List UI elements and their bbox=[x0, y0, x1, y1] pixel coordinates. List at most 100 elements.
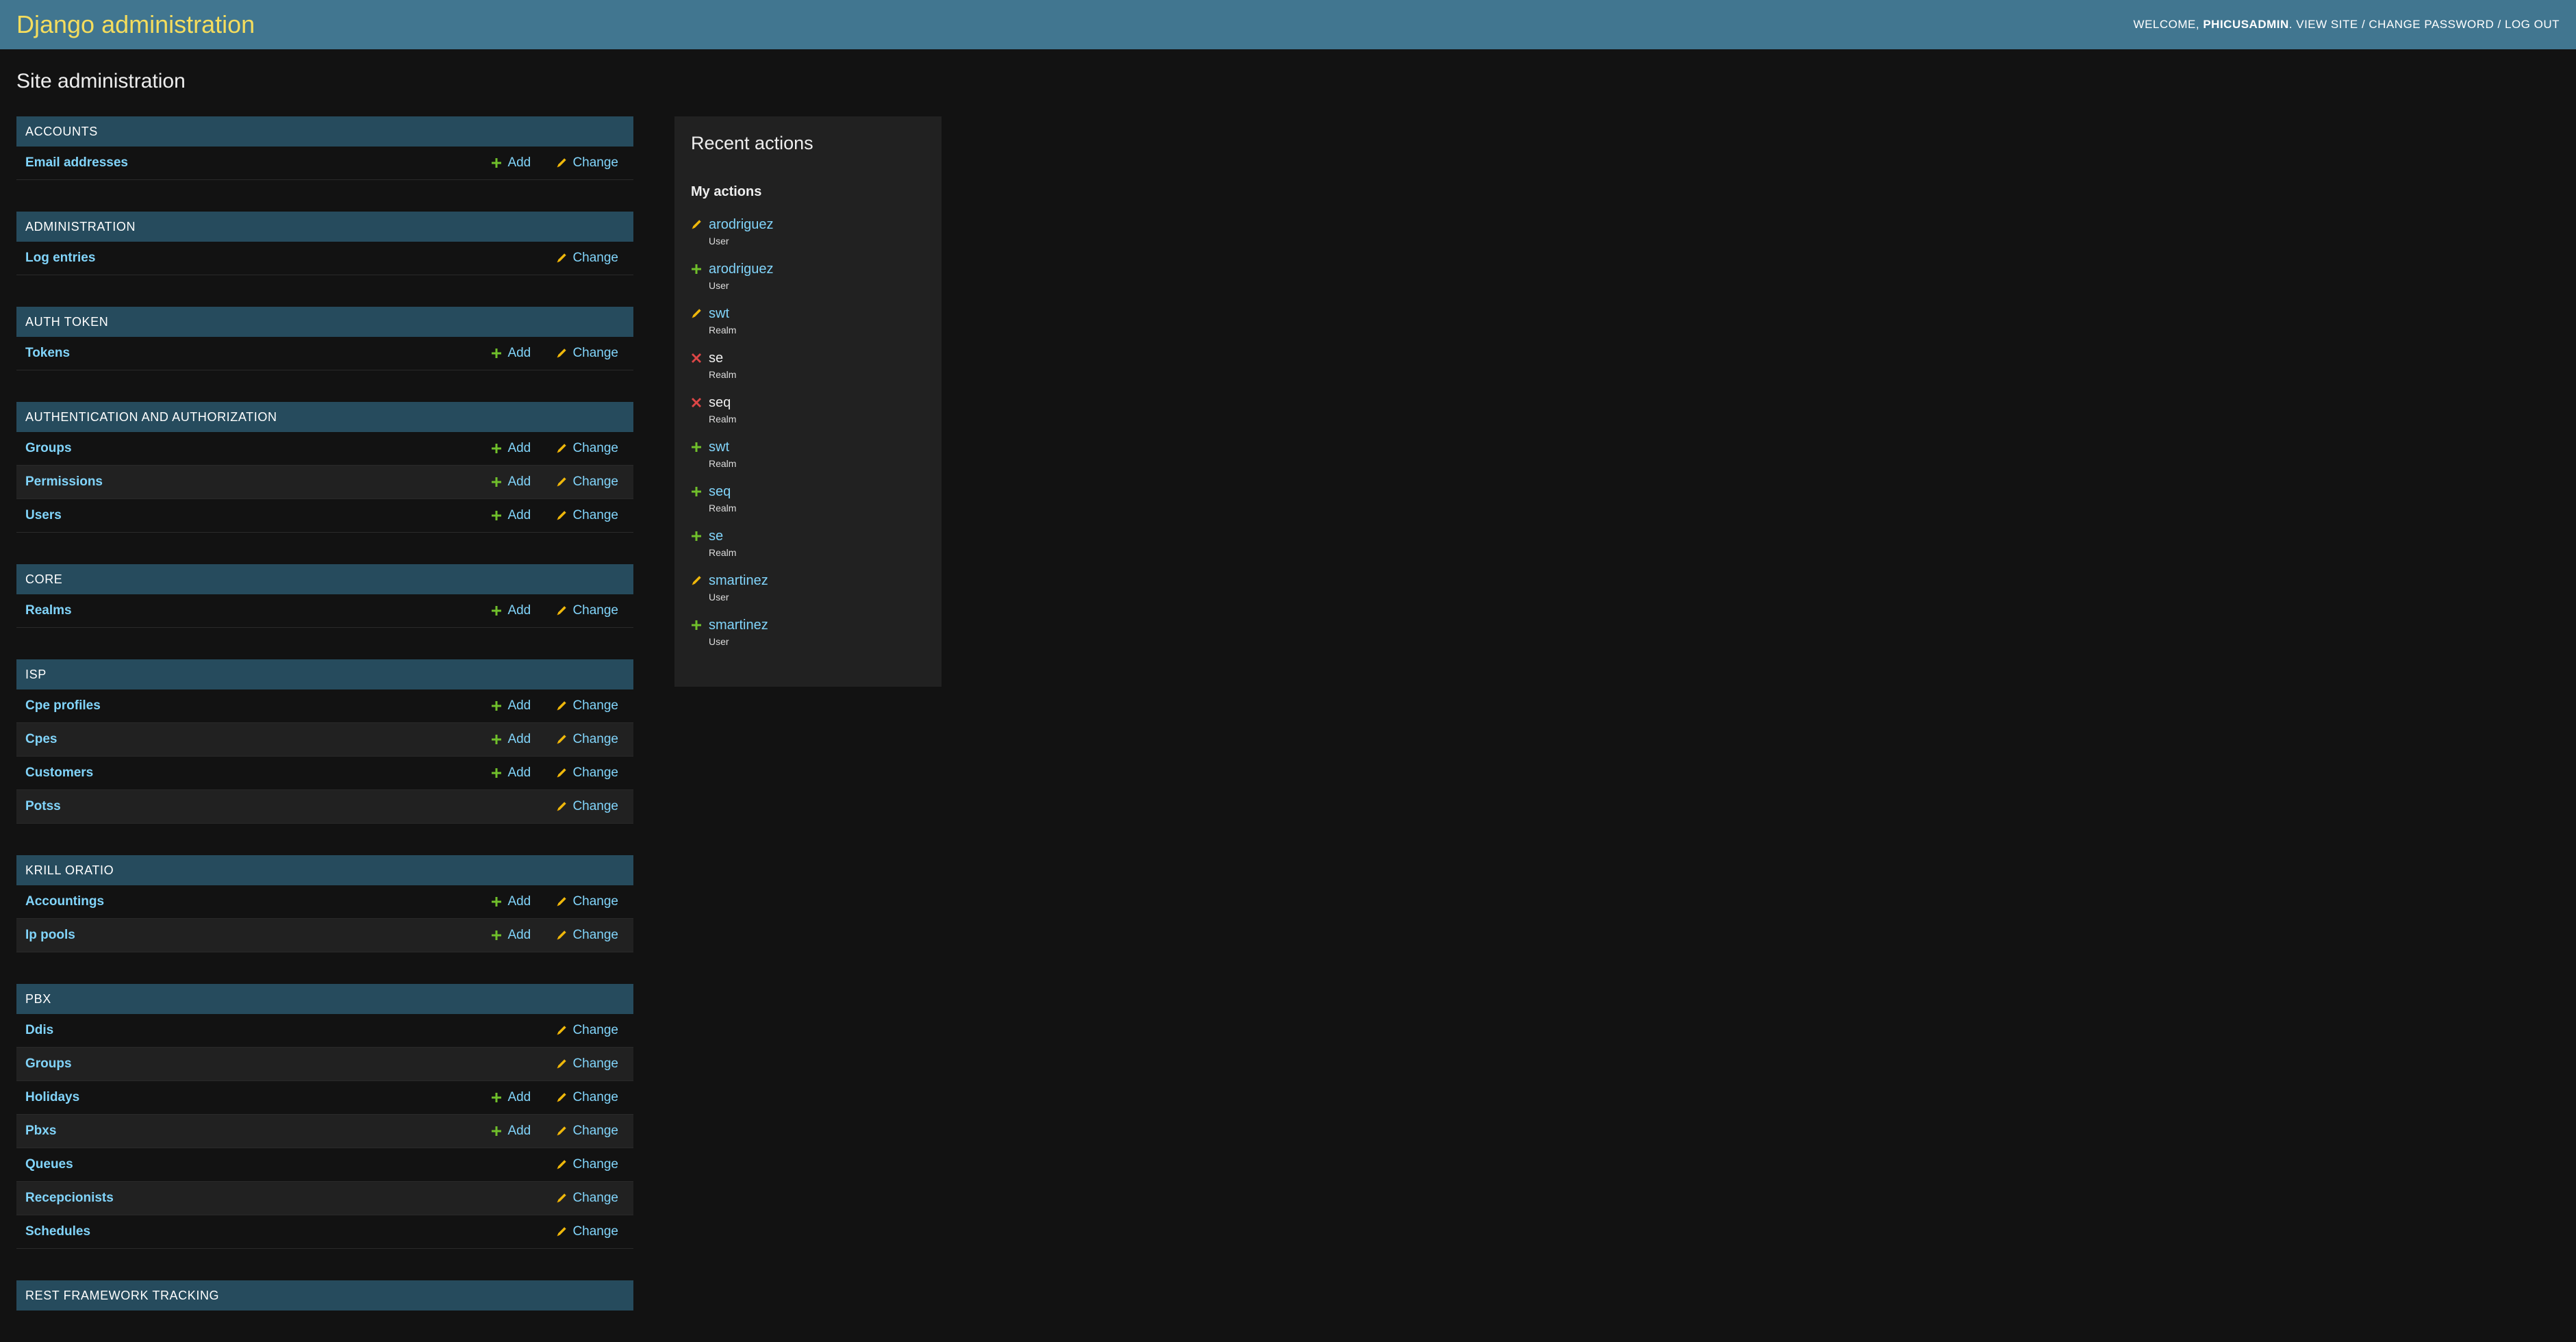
change-label: Change bbox=[572, 698, 618, 713]
model-link[interactable]: Groups bbox=[25, 441, 491, 456]
change-link[interactable]: Change bbox=[556, 603, 618, 618]
add-link[interactable]: Add bbox=[491, 1124, 531, 1139]
app-module: AUTH TOKEN Tokens Add Change bbox=[16, 307, 633, 370]
action-object-name[interactable]: arodriguez bbox=[709, 261, 774, 277]
pencil-icon bbox=[556, 477, 567, 488]
change-link[interactable]: Change bbox=[556, 1157, 618, 1172]
change-link[interactable]: Change bbox=[556, 441, 618, 456]
pencil-icon bbox=[556, 734, 567, 745]
model-link[interactable]: Ddis bbox=[25, 1023, 491, 1038]
model-link[interactable]: Cpe profiles bbox=[25, 698, 491, 713]
change-link[interactable]: Change bbox=[556, 799, 618, 814]
model-row: Ip pools Add Change bbox=[16, 919, 633, 952]
add-link[interactable]: Add bbox=[491, 346, 531, 361]
app-module: ISP Cpe profiles Add Change Cpes Add Change Cus… bbox=[16, 659, 633, 824]
app-caption[interactable]: KRILL ORATIO bbox=[16, 855, 633, 885]
add-link[interactable]: Add bbox=[491, 894, 531, 909]
change-label: Change bbox=[572, 346, 618, 360]
change-label: Change bbox=[572, 928, 618, 942]
add-label: Add bbox=[507, 732, 531, 746]
change-link[interactable]: Change bbox=[556, 1224, 618, 1239]
add-link[interactable]: Add bbox=[491, 732, 531, 747]
change-link[interactable]: Change bbox=[556, 894, 618, 909]
action-object-name[interactable]: smartinez bbox=[709, 617, 768, 633]
model-link[interactable]: Customers bbox=[25, 765, 491, 781]
app-caption[interactable]: ACCOUNTS bbox=[16, 116, 633, 147]
app-caption[interactable]: CORE bbox=[16, 564, 633, 594]
add-link[interactable]: Add bbox=[491, 1090, 531, 1105]
add-link[interactable]: Add bbox=[491, 474, 531, 490]
add-label: Add bbox=[507, 698, 531, 713]
model-link[interactable]: Users bbox=[25, 508, 491, 523]
app-caption[interactable]: AUTHENTICATION AND AUTHORIZATION bbox=[16, 402, 633, 432]
model-link[interactable]: Log entries bbox=[25, 251, 491, 266]
action-object-name[interactable]: arodriguez bbox=[709, 216, 774, 233]
change-link[interactable]: Change bbox=[556, 251, 618, 266]
change-link[interactable]: Change bbox=[556, 698, 618, 713]
change-label: Change bbox=[572, 1090, 618, 1104]
action-body: smartinez User bbox=[709, 572, 768, 617]
change-link[interactable]: Change bbox=[556, 1090, 618, 1105]
app-caption[interactable]: AUTH TOKEN bbox=[16, 307, 633, 337]
add-link[interactable]: Add bbox=[491, 765, 531, 781]
add-link[interactable]: Add bbox=[491, 603, 531, 618]
model-link[interactable]: Holidays bbox=[25, 1090, 491, 1105]
action-object-name[interactable]: seq bbox=[709, 483, 736, 500]
action-object-name[interactable]: swt bbox=[709, 305, 736, 322]
action-object-name[interactable]: se bbox=[709, 528, 736, 544]
action-object-name: se bbox=[709, 351, 724, 366]
change-label: Change bbox=[572, 1157, 618, 1172]
change-password-link[interactable]: CHANGE PASSWORD bbox=[2369, 18, 2494, 31]
model-link[interactable]: Tokens bbox=[25, 346, 491, 361]
change-label: Change bbox=[572, 251, 618, 265]
model-link[interactable]: Realms bbox=[25, 603, 491, 618]
change-link[interactable]: Change bbox=[556, 155, 618, 170]
model-link[interactable]: Cpes bbox=[25, 732, 491, 747]
model-link[interactable]: Potss bbox=[25, 799, 491, 814]
log-out-link[interactable]: LOG OUT bbox=[2505, 18, 2560, 31]
action-object-name[interactable]: swt bbox=[709, 439, 736, 455]
change-link[interactable]: Change bbox=[556, 508, 618, 523]
model-link[interactable]: Queues bbox=[25, 1157, 491, 1172]
change-link[interactable]: Change bbox=[556, 1056, 618, 1072]
model-link[interactable]: Pbxs bbox=[25, 1124, 491, 1139]
change-link[interactable]: Change bbox=[556, 732, 618, 747]
change-link[interactable]: Change bbox=[556, 346, 618, 361]
pencil-icon bbox=[556, 768, 567, 778]
app-caption[interactable]: REST FRAMEWORK TRACKING bbox=[16, 1280, 633, 1311]
change-link[interactable]: Change bbox=[556, 474, 618, 490]
model-link[interactable]: Permissions bbox=[25, 474, 491, 490]
view-site-link[interactable]: VIEW SITE bbox=[2296, 18, 2358, 31]
action-object-name[interactable]: smartinez bbox=[709, 572, 768, 589]
separator: / bbox=[2497, 18, 2501, 31]
add-slot: Add bbox=[491, 732, 556, 747]
add-slot: Add bbox=[491, 765, 556, 781]
plus-icon bbox=[491, 896, 502, 907]
add-link[interactable]: Add bbox=[491, 508, 531, 523]
add-link[interactable]: Add bbox=[491, 928, 531, 943]
delete-icon bbox=[691, 394, 709, 439]
model-link[interactable]: Recepcionists bbox=[25, 1191, 491, 1206]
site-branding[interactable]: Django administration bbox=[16, 10, 255, 39]
model-row: Queues Change bbox=[16, 1148, 633, 1182]
model-row: Accountings Add Change bbox=[16, 885, 633, 919]
model-link[interactable]: Accountings bbox=[25, 894, 491, 909]
change-link[interactable]: Change bbox=[556, 1124, 618, 1139]
change-link[interactable]: Change bbox=[556, 1023, 618, 1038]
app-caption[interactable]: ADMINISTRATION bbox=[16, 212, 633, 242]
model-link[interactable]: Groups bbox=[25, 1056, 491, 1072]
app-caption[interactable]: ISP bbox=[16, 659, 633, 689]
add-link[interactable]: Add bbox=[491, 698, 531, 713]
add-link[interactable]: Add bbox=[491, 155, 531, 170]
model-row: Potss Change bbox=[16, 790, 633, 824]
change-link[interactable]: Change bbox=[556, 928, 618, 943]
change-link[interactable]: Change bbox=[556, 765, 618, 781]
plus-icon bbox=[491, 443, 502, 454]
model-link[interactable]: Email addresses bbox=[25, 155, 491, 170]
model-link[interactable]: Schedules bbox=[25, 1224, 491, 1239]
model-link[interactable]: Ip pools bbox=[25, 928, 491, 943]
change-link[interactable]: Change bbox=[556, 1191, 618, 1206]
model-row: Tokens Add Change bbox=[16, 337, 633, 370]
add-link[interactable]: Add bbox=[491, 441, 531, 456]
app-caption[interactable]: PBX bbox=[16, 984, 633, 1014]
